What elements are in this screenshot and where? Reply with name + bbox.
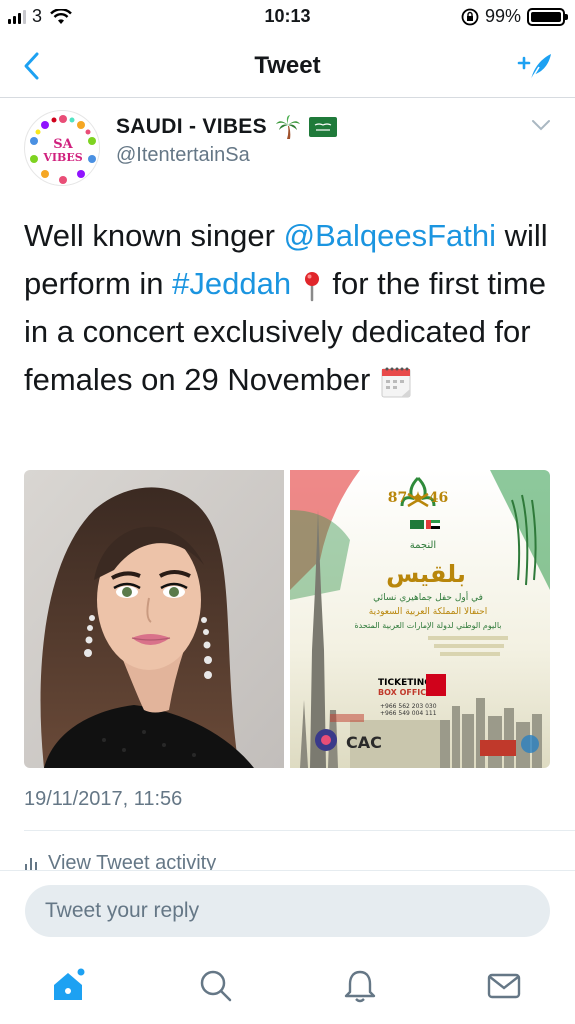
- home-icon[interactable]: [48, 966, 88, 1006]
- tab-bar: [0, 954, 575, 1024]
- svg-text:TICKETING: TICKETING: [378, 678, 432, 688]
- svg-text:باليوم الوطني لدولة الإمارات ا: باليوم الوطني لدولة الإمارات العربية الم…: [354, 621, 501, 631]
- tweet-options-chevron-icon[interactable]: [531, 118, 551, 132]
- svg-text:BOX OFFICE: BOX OFFICE: [378, 688, 432, 697]
- svg-text:في أول حفل جماهيري نسائي: في أول حفل جماهيري نسائي: [373, 591, 483, 603]
- divider: [24, 830, 575, 831]
- page-title: Tweet: [254, 52, 321, 79]
- svg-text:+966 549 004 111: +966 549 004 111: [380, 710, 437, 717]
- compose-tweet-icon[interactable]: [517, 50, 553, 82]
- svg-text:احتفالا المملكة العربية السعود: احتفالا المملكة العربية السعودية: [369, 607, 487, 617]
- battery-level: [531, 11, 561, 22]
- portrait-illustration: [24, 470, 284, 768]
- svg-text:87 ✦ 46: 87 ✦ 46: [388, 490, 448, 506]
- author-name[interactable]: SAUDI - VIBES: [116, 114, 337, 140]
- author-handle[interactable]: @ItentertainSa: [116, 144, 250, 167]
- portrait-photo[interactable]: [24, 470, 284, 768]
- reply-input[interactable]: [25, 885, 550, 937]
- tweet-media: 87 ✦ 46 النجمة بلقيس في أول حفل جماهيري …: [24, 470, 550, 768]
- svg-text:+966 562 203 030: +966 562 203 030: [380, 703, 437, 710]
- bell-icon[interactable]: [340, 966, 380, 1006]
- svg-text:SA: SA: [53, 137, 73, 152]
- tweet-header: SA VIBES SAUDI - VIBES @ItentertainSa: [0, 98, 575, 188]
- mention-link[interactable]: @BalqeesFathi: [284, 218, 496, 253]
- svg-text:بلقيس: بلقيس: [386, 560, 466, 588]
- author-name-text: SAUDI - VIBES: [116, 115, 267, 138]
- rotation-lock-icon: [461, 8, 479, 25]
- svg-text:CAC: CAC: [346, 733, 382, 752]
- hashtag-link[interactable]: #Jeddah: [172, 266, 291, 301]
- search-icon[interactable]: [196, 966, 236, 1006]
- tweet-text-part: Well known singer: [24, 218, 284, 253]
- battery-icon: [527, 7, 568, 26]
- round-pushpin-icon: [304, 271, 319, 302]
- concert-poster[interactable]: 87 ✦ 46 النجمة بلقيس في أول حفل جماهيري …: [290, 470, 550, 768]
- avatar[interactable]: SA VIBES: [24, 110, 100, 186]
- poster-illustration: 87 ✦ 46 النجمة بلقيس في أول حفل جماهيري …: [290, 470, 550, 768]
- status-right: 99%: [461, 6, 568, 27]
- reply-bar: [0, 870, 575, 954]
- svg-text:النجمة: النجمة: [410, 540, 436, 551]
- mail-icon[interactable]: [484, 966, 524, 1006]
- battery-percent: 99%: [484, 6, 521, 26]
- status-bar: 3 10:13 99%: [0, 0, 575, 34]
- tweet-timestamp: 19/11/2017, 11:56: [24, 788, 183, 810]
- svg-text:VIBES: VIBES: [42, 151, 82, 164]
- tweet-text: Well known singer @BalqeesFathi will per…: [24, 212, 554, 404]
- spiral-calendar-icon: [381, 367, 411, 398]
- avatar-logo-icon: SA VIBES: [26, 112, 99, 185]
- palm-tree-icon: [275, 115, 300, 139]
- saudi-flag-icon: [308, 117, 337, 137]
- nav-bar: Tweet: [0, 34, 575, 98]
